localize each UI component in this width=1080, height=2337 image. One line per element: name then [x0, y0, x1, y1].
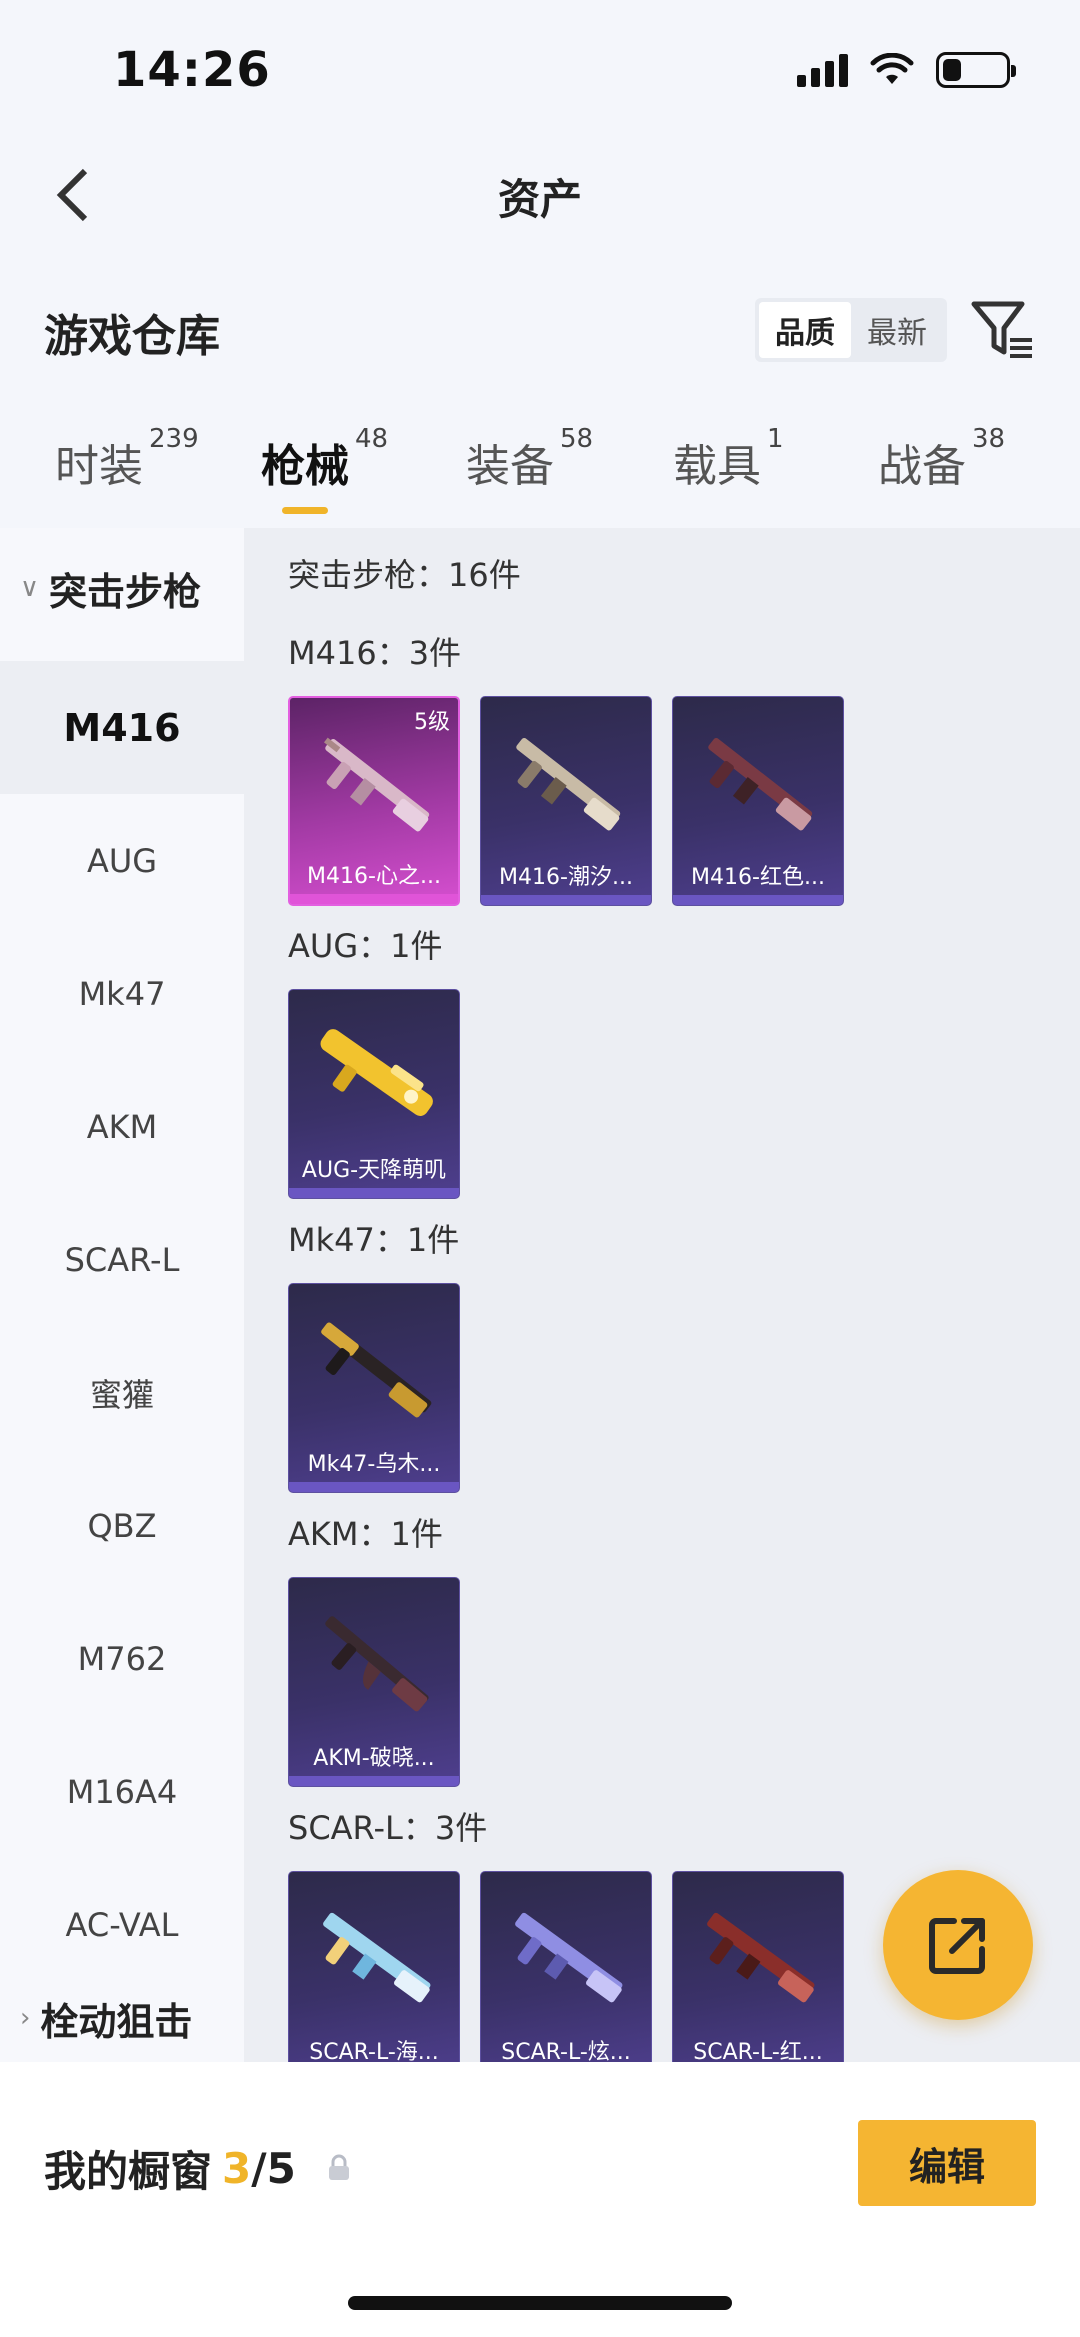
filter-button[interactable]	[968, 296, 1038, 362]
weapon-list: 突击步枪：16件 M416：3件 5级 M416-心之... M416-潮汐..…	[244, 528, 1080, 2062]
sidebar-category-label: 突击步枪	[49, 569, 202, 614]
sort-latest-option[interactable]: 最新	[851, 302, 943, 358]
weapon-card[interactable]: M416-潮汐...	[480, 696, 652, 906]
chevron-right-icon: ›	[20, 2003, 31, 2033]
weapon-name: Mk47-乌木...	[307, 1452, 441, 1477]
tab-count: 58	[560, 424, 594, 454]
rifle-icon	[323, 737, 430, 832]
weapon-card[interactable]: SCAR-L-红...	[672, 1871, 844, 2062]
category-summary: 突击步枪：16件	[288, 556, 521, 594]
sidebar-category-label: 栓动狙击	[40, 1999, 193, 2044]
showcase-summary: 我的橱窗 3 /5	[44, 2138, 352, 2199]
bottom-bar: 我的橱窗 3 /5 编辑	[0, 2062, 1080, 2337]
lock-icon	[326, 2144, 352, 2193]
tab-label: 载具	[673, 441, 761, 492]
weapon-name: SCAR-L-红...	[693, 2040, 823, 2062]
active-tab-indicator	[282, 507, 328, 514]
sidebar-item-qbz[interactable]: QBZ	[0, 1459, 244, 1592]
sidebar-item-m416[interactable]: M416	[0, 661, 244, 794]
sidebar-item-aug[interactable]: AUG	[0, 794, 244, 927]
section-title-mk47: Mk47：1件	[288, 1221, 460, 1259]
wifi-icon	[870, 53, 914, 84]
weapon-type-sidebar: ∨ 突击步枪 M416 AUG Mk47 AKM SCAR-L 蜜獾 QBZ M…	[0, 528, 244, 2062]
tab-count: 38	[972, 424, 1006, 454]
weapon-card[interactable]: 5级 M416-心之...	[288, 696, 460, 906]
sidebar-item-scar-l[interactable]: SCAR-L	[0, 1193, 244, 1326]
status-bar: 14:26	[0, 0, 1080, 130]
battery-icon	[936, 52, 1016, 88]
section-title-akm: AKM：1件	[288, 1515, 443, 1553]
share-icon	[929, 1918, 985, 1974]
rifle-icon	[320, 1029, 433, 1116]
rifle-icon	[323, 1912, 431, 2003]
sidebar-category-assault-rifles[interactable]: ∨ 突击步枪	[0, 558, 244, 618]
page-title: 资产	[497, 175, 582, 224]
rifle-icon	[325, 1616, 429, 1712]
cellular-signal-icon	[797, 53, 848, 87]
weapon-name: AKM-破晓...	[313, 1746, 435, 1771]
section-title-m416: M416：3件	[288, 634, 462, 672]
home-indicator	[348, 2296, 732, 2310]
section-title-scar-l: SCAR-L：3件	[288, 1809, 488, 1847]
category-tabs: 时装239 枪械48 装备58 载具1 战备38	[0, 424, 1080, 520]
filter-icon	[971, 301, 1032, 358]
tab-label: 战备	[878, 441, 966, 492]
weapon-card[interactable]: SCAR-L-炫...	[480, 1871, 652, 2062]
tab-label: 枪械	[261, 441, 349, 492]
tab-supplies[interactable]: 战备38	[878, 424, 1005, 494]
sidebar-item-akm[interactable]: AKM	[0, 1060, 244, 1193]
share-button[interactable]	[883, 1870, 1033, 2020]
weapon-name: M416-心之...	[307, 864, 441, 889]
battery-level	[943, 59, 961, 81]
sort-quality-option[interactable]: 品质	[759, 302, 851, 358]
weapon-name: M416-潮汐...	[499, 865, 633, 890]
tab-fashion[interactable]: 时装239	[55, 424, 199, 494]
rifle-icon	[515, 1912, 623, 2003]
section-title-aug: AUG：1件	[288, 927, 443, 965]
weapon-name: M416-红色...	[691, 865, 825, 890]
level-badge: 5级	[414, 710, 450, 735]
tab-count: 48	[355, 424, 389, 454]
tab-vehicles[interactable]: 载具1	[673, 424, 784, 494]
tab-label: 装备	[466, 441, 554, 492]
warehouse-title: 游戏仓库	[44, 311, 220, 362]
sidebar-item-mk47[interactable]: Mk47	[0, 927, 244, 1060]
weapon-card[interactable]: M416-红色...	[672, 696, 844, 906]
sort-toggle: 品质 最新	[755, 298, 947, 362]
nav-bar: 资产	[0, 130, 1080, 260]
tab-count: 239	[149, 424, 199, 454]
showcase-current-count: 3	[222, 2144, 252, 2193]
sidebar-item-m762[interactable]: M762	[0, 1592, 244, 1725]
showcase-label: 我的橱窗	[44, 2147, 213, 2196]
sidebar-item-honey-badger[interactable]: 蜜獾	[0, 1326, 244, 1459]
rifle-icon	[708, 737, 813, 831]
weapon-card[interactable]: AKM-破晓...	[288, 1577, 460, 1787]
sidebar-item-m16a4[interactable]: M16A4	[0, 1725, 244, 1858]
status-time: 14:26	[113, 42, 271, 98]
tab-count: 1	[767, 424, 784, 454]
weapon-card[interactable]: SCAR-L-海...	[288, 1871, 460, 2062]
tab-label: 时装	[55, 441, 143, 492]
status-icons	[797, 52, 1016, 88]
rifle-icon	[321, 1322, 432, 1418]
sidebar-item-ac-val[interactable]: AC-VAL	[0, 1858, 244, 1991]
weapon-card[interactable]: Mk47-乌木...	[288, 1283, 460, 1493]
edit-button[interactable]: 编辑	[858, 2120, 1036, 2206]
weapon-name: SCAR-L-炫...	[501, 2040, 631, 2062]
weapon-card[interactable]: AUG-天降萌叽	[288, 989, 460, 1199]
rifle-icon	[516, 737, 621, 831]
weapon-name: AUG-天降萌叽	[301, 1158, 447, 1183]
rifle-icon	[707, 1912, 815, 2003]
tab-equipment[interactable]: 装备58	[466, 424, 593, 494]
tab-weapons[interactable]: 枪械48	[261, 424, 388, 494]
sidebar-category-bolt-snipers[interactable]: › 栓动狙击	[0, 1988, 244, 2048]
chevron-down-icon: ∨	[20, 573, 40, 603]
weapon-name: SCAR-L-海...	[309, 2040, 439, 2062]
showcase-total-count: /5	[251, 2144, 296, 2193]
